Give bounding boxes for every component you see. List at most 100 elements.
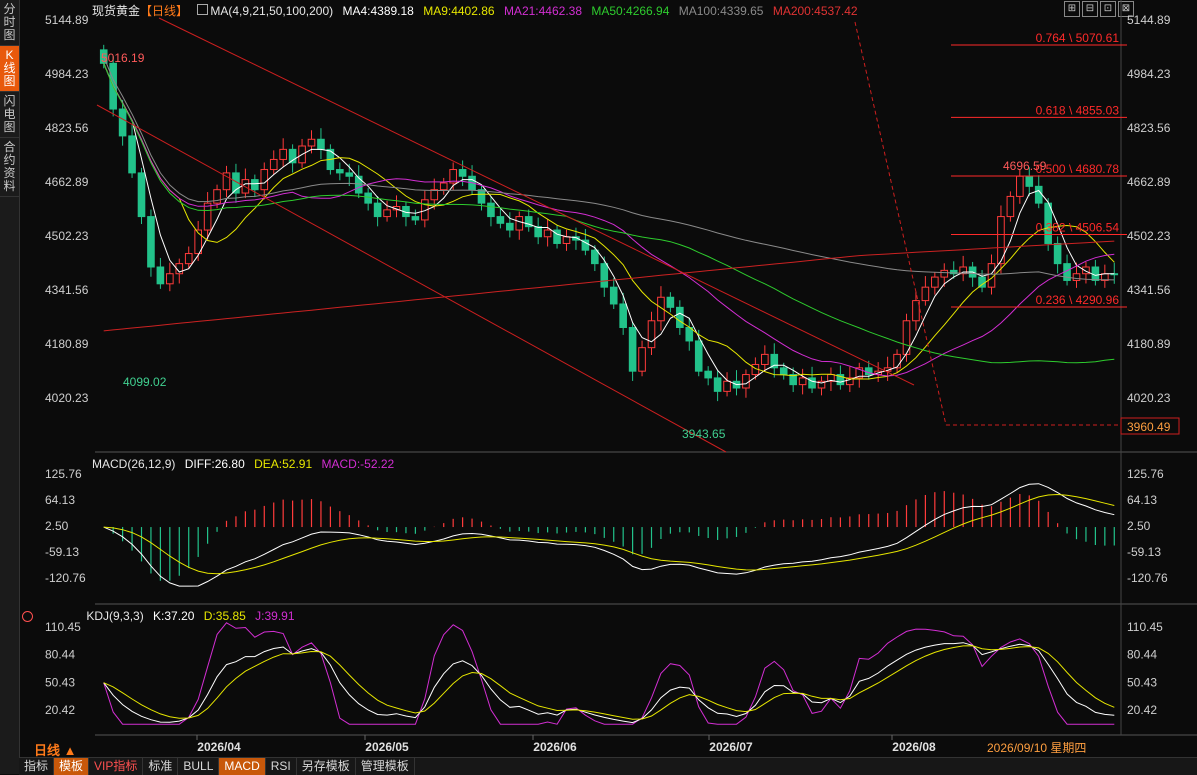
- ma21-line: [103, 63, 1115, 377]
- x-axis-label: 2026/04: [197, 740, 241, 754]
- candle-body: [638, 347, 646, 372]
- price-axis-label-right: 4180.89: [1127, 337, 1171, 351]
- candle-body: [1053, 242, 1062, 265]
- annotation-low-left: 4099.02: [123, 375, 167, 389]
- candle-body: [893, 353, 901, 369]
- candle-body: [439, 182, 448, 191]
- candle-body: [921, 286, 930, 302]
- bottom-tab-8[interactable]: 管理模板: [356, 758, 415, 775]
- candle-body: [713, 377, 722, 392]
- candle-body: [137, 172, 146, 218]
- sidebar: 分时图 K线图 闪电图 合约资料: [0, 0, 20, 774]
- sidebar-tab-0[interactable]: 分时图: [0, 0, 19, 46]
- candle-body: [628, 326, 637, 372]
- kdj-axis-label-left: 20.42: [45, 703, 75, 717]
- fib-level-label: 0.382 \ 4506.54: [1036, 221, 1120, 235]
- macd-axis-label-left: -120.76: [45, 571, 86, 585]
- candle-body: [534, 226, 542, 238]
- candle-body: [591, 249, 599, 265]
- candle-body: [543, 229, 552, 238]
- candle-body: [336, 169, 344, 174]
- bottom-tab-6[interactable]: RSI: [266, 758, 297, 775]
- candle-body: [354, 175, 363, 194]
- kdj-axis-label-left: 50.43: [45, 675, 75, 689]
- candle-body: [345, 172, 354, 177]
- macd-axis-label-right: -59.13: [1127, 545, 1161, 559]
- kdj-j-line: [103, 622, 1115, 725]
- candle-body: [562, 236, 571, 244]
- annotation-high-right: 4696.59: [1003, 159, 1047, 173]
- candle-body: [260, 169, 269, 191]
- candle-body: [251, 179, 259, 191]
- macd-axis-label-left: 64.13: [45, 493, 75, 507]
- macd-axis-label-left: -59.13: [45, 545, 79, 559]
- price-axis-label-left: 4502.23: [45, 229, 89, 243]
- bottom-tab-2[interactable]: VIP指标: [89, 758, 144, 775]
- candle-body: [798, 377, 807, 386]
- candle-body: [458, 169, 467, 177]
- sidebar-tab-3[interactable]: 合约资料: [0, 138, 19, 197]
- kdj-axis-label-right: 80.44: [1127, 648, 1157, 662]
- candle-body: [147, 216, 155, 268]
- kdj-axis-label-left: 110.45: [45, 620, 81, 634]
- bottom-tab-1[interactable]: 模板: [54, 758, 90, 775]
- candle-body: [978, 276, 986, 288]
- bottom-tab-7[interactable]: 另存模板: [297, 758, 356, 775]
- bottom-tab-0[interactable]: 指标: [19, 758, 55, 775]
- candle-body: [1091, 266, 1100, 281]
- candle-body: [619, 303, 627, 328]
- macd-axis-label-right: 64.13: [1127, 493, 1157, 507]
- candle-body: [364, 192, 372, 204]
- annotation-high-left: 5016.19: [101, 51, 145, 65]
- sidebar-tab-1[interactable]: K线图: [0, 46, 19, 92]
- candle-body: [1016, 175, 1024, 197]
- candle-body: [128, 135, 136, 174]
- bottom-tab-4[interactable]: BULL: [178, 758, 220, 775]
- price-axis-label-right: 4984.23: [1127, 67, 1171, 81]
- candle-body: [808, 377, 816, 389]
- bottom-tab-5[interactable]: MACD: [219, 758, 266, 775]
- x-axis-label: 2026/05: [365, 740, 409, 754]
- candle-body: [1006, 195, 1015, 218]
- candle-body: [600, 263, 609, 288]
- candle-body: [515, 216, 524, 231]
- macd-axis-label-left: 2.50: [45, 519, 69, 533]
- x-axis-label: 2026/07: [709, 740, 753, 754]
- candle-body: [430, 189, 439, 201]
- candle-body: [742, 374, 750, 389]
- candle-body: [496, 216, 505, 224]
- fib-level-label: 0.236 \ 4290.96: [1036, 293, 1120, 307]
- candle-body: [166, 273, 174, 285]
- kdj-axis-label-right: 50.43: [1127, 675, 1157, 689]
- fib-level-label: 0.764 \ 5070.61: [1036, 31, 1120, 45]
- macd-axis-label-right: 125.76: [1127, 467, 1164, 481]
- candle-body: [779, 367, 788, 376]
- candle-body: [506, 222, 514, 231]
- x-axis-label: 2026/06: [533, 740, 577, 754]
- price-chart[interactable]: 5144.89 5144.89 4984.23 4984.23 4823.56 4823.…: [19, 0, 1197, 757]
- candle-body: [704, 370, 712, 379]
- kdj-k-line: [103, 642, 1115, 724]
- price-axis-label-left: 4823.56: [45, 121, 89, 135]
- kdj-axis-label-right: 20.42: [1127, 703, 1157, 717]
- price-axis-label-right: 4823.56: [1127, 121, 1171, 135]
- price-axis-label-left: 4180.89: [45, 337, 89, 351]
- candle-body: [487, 202, 495, 218]
- sidebar-tab-2[interactable]: 闪电图: [0, 92, 19, 138]
- price-axis-label-left: 4020.23: [45, 391, 89, 405]
- kdj-axis-label-left: 80.44: [45, 648, 75, 662]
- price-axis-label-left: 5144.89: [45, 13, 89, 27]
- annotation-low-mid: 3943.65: [682, 427, 726, 441]
- fib-level-label: 0.618 \ 4855.03: [1036, 103, 1120, 117]
- bottom-tab-3[interactable]: 标准: [143, 758, 179, 775]
- candle-body: [203, 202, 212, 231]
- candle-body: [411, 216, 420, 221]
- candle-body: [694, 340, 703, 372]
- price-axis-label-right: 4662.89: [1127, 175, 1171, 189]
- candle-body: [184, 253, 193, 265]
- candle-body: [317, 138, 325, 150]
- price-axis-label-right: 4341.56: [1127, 283, 1171, 297]
- ma9-line: [103, 63, 1115, 380]
- kdj-axis-label-right: 110.45: [1127, 620, 1163, 634]
- candle-body: [676, 306, 684, 328]
